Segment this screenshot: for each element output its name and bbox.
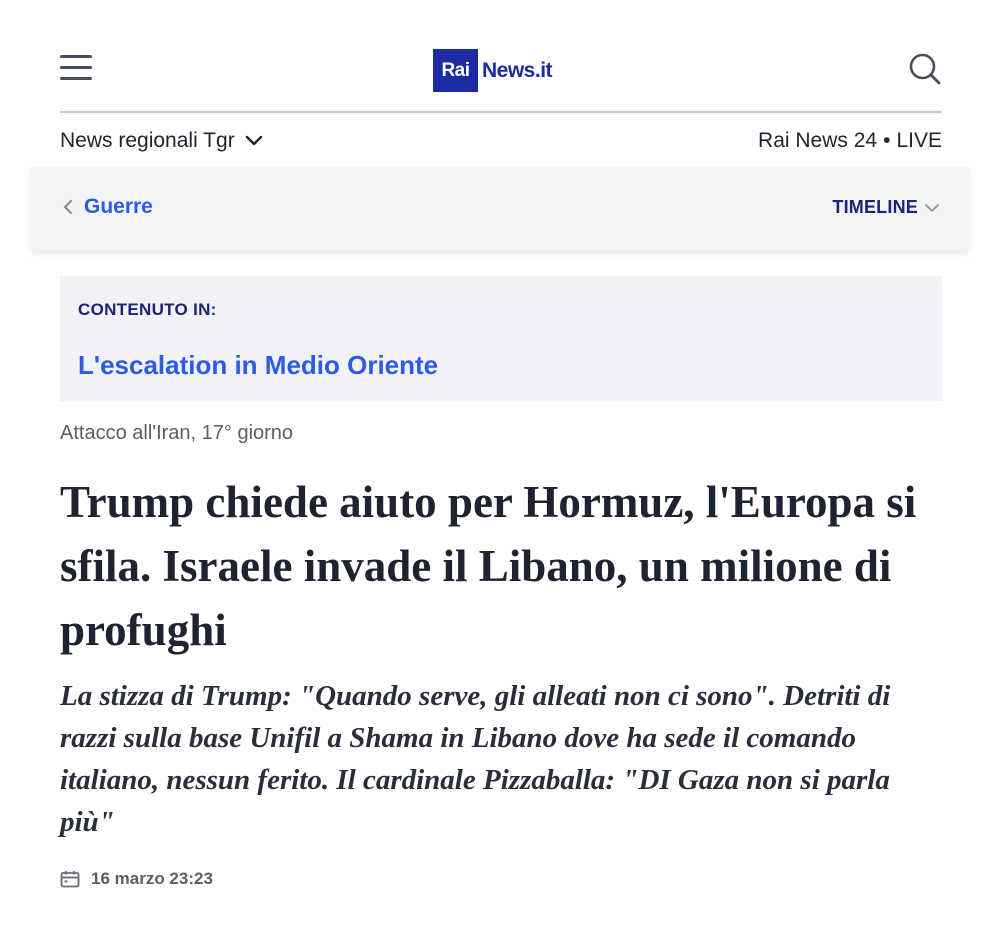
live-channel-name: Rai News 24 xyxy=(758,129,878,152)
section-bar: Guerre TIMELINE xyxy=(30,167,970,251)
live-channel-link[interactable]: Rai News 24 • LIVE xyxy=(758,129,942,153)
rainews-logo[interactable]: Rai News.it xyxy=(433,49,553,92)
live-label: LIVE xyxy=(896,129,942,152)
regional-news-label: News regionali Tgr xyxy=(60,129,235,152)
contained-in-box: CONTENUTO IN: L'escalation in Medio Orie… xyxy=(60,276,942,401)
article-headline: Trump chiede aiuto per Hormuz, l'Europa … xyxy=(60,477,917,655)
site-header: Rai News.it xyxy=(60,40,942,112)
chevron-left-icon xyxy=(63,199,73,215)
search-icon[interactable] xyxy=(908,52,942,86)
header-divider xyxy=(60,111,942,113)
chevron-down-icon xyxy=(925,203,939,212)
back-to-section-link[interactable]: Guerre xyxy=(62,195,153,219)
logo-news-text: News.it xyxy=(482,58,553,82)
calendar-icon xyxy=(60,871,80,888)
hamburger-menu-icon[interactable] xyxy=(60,54,92,82)
publish-date: 16 marzo 23:23 xyxy=(91,869,213,888)
regional-news-dropdown[interactable]: News regionali Tgr xyxy=(60,129,263,153)
section-name: Guerre xyxy=(84,195,153,218)
logo-rai-box: Rai xyxy=(433,49,478,92)
topic-link[interactable]: L'escalation in Medio Oriente xyxy=(78,350,438,381)
article-kicker: Attacco all'Iran, 17° giorno xyxy=(60,422,294,444)
timeline-label: TIMELINE xyxy=(832,197,918,217)
chevron-down-icon xyxy=(245,135,262,146)
sub-navigation: News regionali Tgr Rai News 24 • LIVE xyxy=(60,124,942,158)
timeline-toggle[interactable]: TIMELINE xyxy=(832,197,940,218)
live-separator: • xyxy=(883,129,891,152)
article-subtitle: La stizza di Trump: "Quando serve, gli a… xyxy=(60,680,891,838)
contained-in-label: CONTENUTO IN: xyxy=(78,300,217,319)
article-date: 16 marzo 23:23 xyxy=(60,869,213,889)
